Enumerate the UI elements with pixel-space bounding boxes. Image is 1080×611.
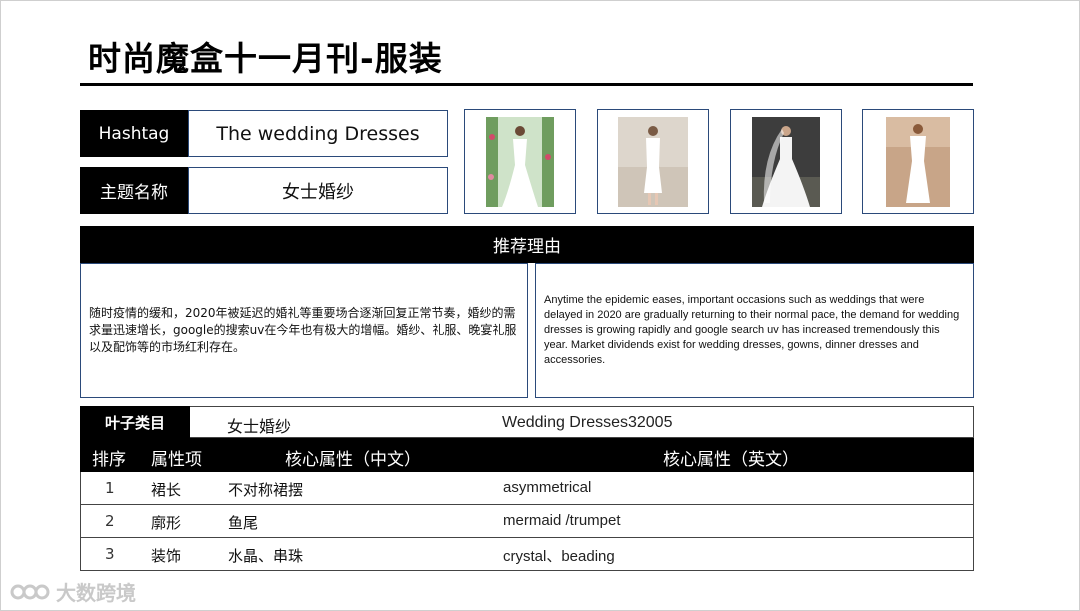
leaf-category-label: 叶子类目	[80, 406, 190, 438]
row-core-en: asymmetrical	[503, 479, 592, 496]
header-rank: 排序	[92, 450, 126, 470]
row-attr: 廓形	[151, 514, 182, 532]
reason-cn-paragraph: 随时疫情的缓和，2020年被延迟的婚礼等重要场合逐渐回复正常节奏，婚纱的需求量迅…	[89, 306, 517, 354]
theme-label: 主题名称	[80, 167, 188, 214]
leaf-category-row: 女士婚纱 Wedding Dresses32005	[190, 406, 974, 438]
row-rank: 1	[105, 479, 115, 497]
table-row: 2 廓形 鱼尾 mermaid /trumpet	[80, 505, 974, 538]
reason-heading: 推荐理由	[80, 226, 974, 263]
wedding-dress-photo-icon	[752, 116, 820, 207]
table-row: 1 裙长 不对称裙摆 asymmetrical	[80, 472, 974, 505]
watermark-logo-icon	[10, 584, 50, 599]
row-core-cn: 水晶、串珠	[228, 547, 304, 565]
theme-value: 女士婚纱	[188, 167, 448, 214]
product-image-3[interactable]	[730, 109, 842, 214]
product-image-1[interactable]	[464, 109, 576, 214]
header-attr: 属性项	[151, 450, 202, 470]
row-core-en: mermaid /trumpet	[503, 512, 621, 529]
reason-text-en: Anytime the epidemic eases, important oc…	[535, 263, 974, 398]
watermark: 大数跨境	[10, 577, 136, 606]
wedding-dress-photo-icon	[886, 116, 950, 207]
title-divider	[80, 83, 973, 86]
leaf-category-cn: 女士婚纱	[227, 417, 292, 436]
row-core-cn: 不对称裙摆	[228, 481, 304, 499]
row-core-en: crystal、beading	[503, 548, 615, 565]
leaf-category-en: Wedding Dresses32005	[502, 414, 673, 431]
row-attr: 装饰	[151, 547, 182, 565]
row-core-cn: 鱼尾	[228, 514, 259, 532]
attribute-table-header: 排序 属性项 核心属性（中文） 核心属性（英文）	[80, 438, 974, 472]
row-rank: 3	[105, 545, 115, 563]
wedding-dress-photo-icon	[486, 116, 554, 207]
page-title: 时尚魔盒十一月刊-服装	[88, 39, 443, 78]
wedding-dress-photo-icon	[618, 116, 688, 207]
reason-en-paragraph: Anytime the epidemic eases, important oc…	[544, 294, 960, 366]
product-image-4[interactable]	[862, 109, 974, 214]
hashtag-label: Hashtag	[80, 110, 188, 157]
reason-text-cn: 随时疫情的缓和，2020年被延迟的婚礼等重要场合逐渐回复正常节奏，婚纱的需求量迅…	[80, 263, 528, 398]
product-image-2[interactable]	[597, 109, 709, 214]
row-rank: 2	[105, 512, 115, 530]
header-core-cn: 核心属性（中文）	[285, 450, 421, 470]
table-row: 3 装饰 水晶、串珠 crystal、beading	[80, 538, 974, 571]
row-attr: 裙长	[151, 481, 182, 499]
header-core-en: 核心属性（英文）	[663, 450, 799, 470]
watermark-text: 大数跨境	[56, 581, 136, 605]
hashtag-value: The wedding Dresses	[188, 110, 448, 157]
